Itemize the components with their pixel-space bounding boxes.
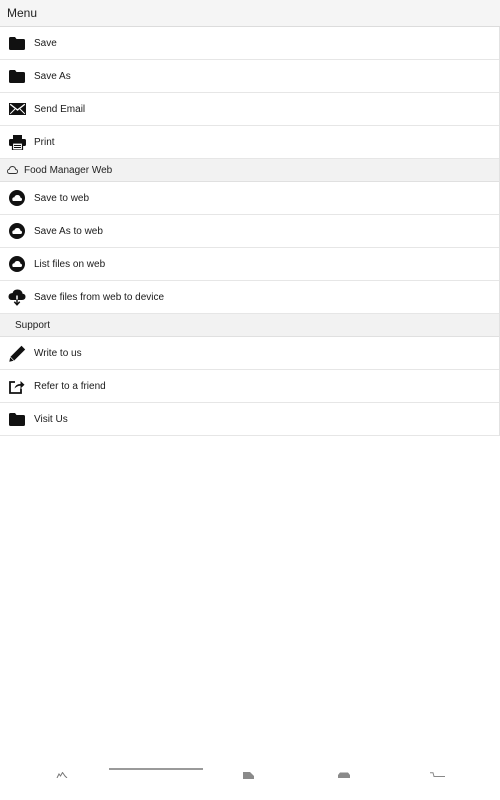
tab-home-icon[interactable] <box>56 772 68 778</box>
menu-item-refer-to-a-friend[interactable]: Refer to a friend <box>0 370 499 403</box>
menu-item-label: Write to us <box>34 347 82 359</box>
page-title: Menu <box>7 6 38 20</box>
menu-header: Menu <box>0 0 500 27</box>
cloud-circle-icon <box>0 190 34 206</box>
menu-item-label: Print <box>34 136 55 148</box>
menu-item-list-files-on-web[interactable]: List files on web <box>0 248 499 281</box>
share-icon <box>0 379 34 394</box>
folder-icon <box>0 36 34 50</box>
menu-item-save-to-web[interactable]: Save to web <box>0 182 499 215</box>
menu-item-save[interactable]: Save <box>0 27 499 60</box>
menu-item-label: Save <box>34 37 57 49</box>
folder-icon <box>0 69 34 83</box>
menu-item-label: List files on web <box>34 258 106 270</box>
cloud-circle-icon <box>0 223 34 239</box>
cloud-circle-icon <box>0 256 34 272</box>
menu-item-label: Refer to a friend <box>34 380 106 392</box>
active-tab-indicator <box>109 768 203 770</box>
menu-item-save-as[interactable]: Save As <box>0 60 499 93</box>
tab-shop-icon[interactable] <box>337 772 351 778</box>
bottom-tab-bar <box>0 760 500 800</box>
menu-item-label: Save As <box>34 70 71 82</box>
section-header-support: Support <box>0 314 499 337</box>
section-header-food-manager-web: Food Manager Web <box>0 159 499 182</box>
tab-document-icon[interactable] <box>243 772 255 779</box>
menu-item-label: Send Email <box>34 103 86 115</box>
menu-item-visit-us[interactable]: Visit Us <box>0 403 499 436</box>
printer-icon <box>0 134 34 150</box>
folder-icon <box>0 412 34 426</box>
menu-item-send-email[interactable]: Send Email <box>0 93 499 126</box>
menu-item-save-files-from-web[interactable]: Save files from web to device <box>0 281 499 314</box>
section-title: Support <box>15 319 51 331</box>
cloud-outline-icon <box>0 166 24 174</box>
menu-item-write-to-us[interactable]: Write to us <box>0 337 499 370</box>
menu-item-label: Save files from web to device <box>34 291 165 303</box>
menu-item-label: Save to web <box>34 192 90 204</box>
cloud-download-icon <box>0 289 34 306</box>
envelope-icon <box>0 103 34 115</box>
tab-cart-icon[interactable] <box>430 772 446 777</box>
pencil-icon <box>0 345 34 362</box>
section-title: Food Manager Web <box>24 164 113 176</box>
menu-item-label: Save As to web <box>34 225 103 237</box>
menu-item-label: Visit Us <box>34 413 68 425</box>
menu-item-print[interactable]: Print <box>0 126 499 159</box>
menu-item-save-as-to-web[interactable]: Save As to web <box>0 215 499 248</box>
menu-list: Save Save As Send Email Print Food Manag… <box>0 27 500 436</box>
